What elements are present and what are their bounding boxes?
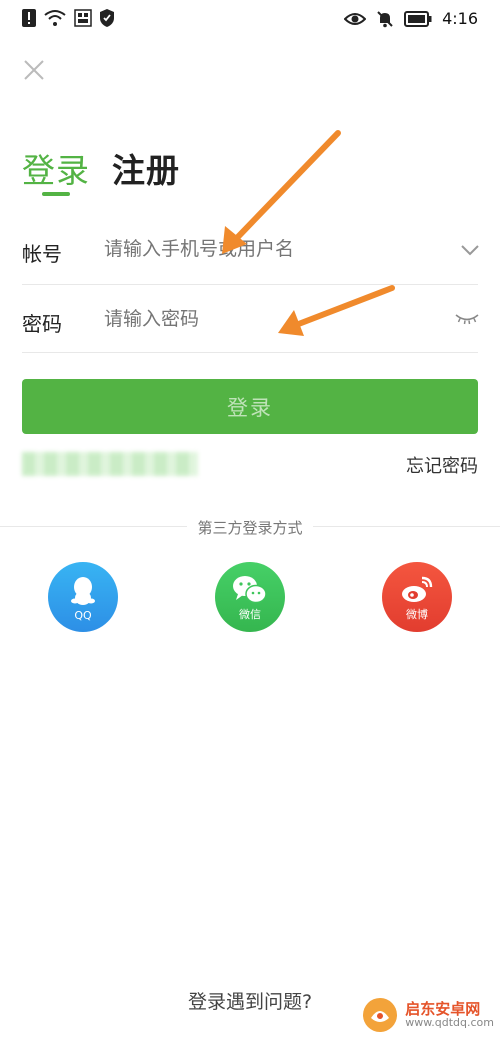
arrow-to-password-field [278, 285, 395, 336]
arrow-to-account-field [222, 130, 341, 254]
annotation-arrows [222, 130, 395, 336]
